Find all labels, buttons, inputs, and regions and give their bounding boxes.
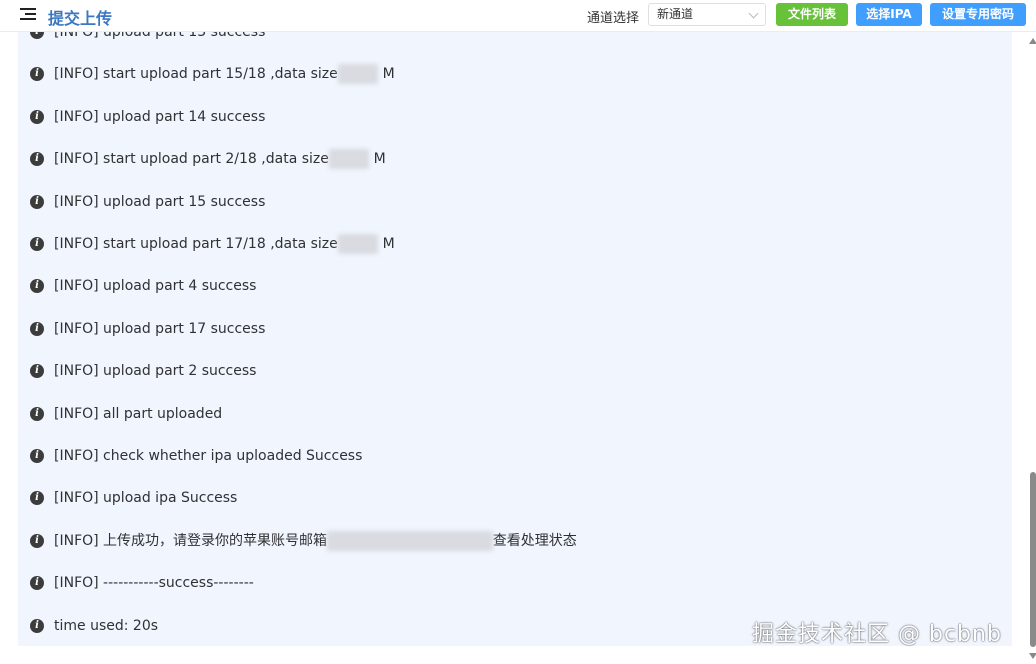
log-text: [INFO] -----------success-------- — [54, 573, 254, 593]
log-text-main: time used: 20s — [54, 618, 159, 634]
redacted-value: xxxxxxxxxxxxxxxxxxxx — [327, 531, 493, 551]
top-bar: 提交上传 通道选择 新通道 文件列表 选择IPA 设置专用密码 — [0, 0, 1036, 32]
chevron-down-icon — [748, 8, 759, 19]
log-text: [INFO] upload part 2 success — [54, 361, 256, 381]
info-icon: i — [30, 491, 44, 505]
info-icon: i — [30, 534, 44, 548]
info-icon: i — [30, 449, 44, 463]
scroll-down-icon[interactable] — [1029, 653, 1036, 659]
info-icon: i — [30, 322, 44, 336]
info-icon: i — [30, 110, 44, 124]
redacted-value: : 5.00 — [337, 64, 379, 84]
log-text-suffix: M — [378, 66, 395, 82]
menu-icon[interactable] — [20, 8, 36, 22]
log-text: [INFO] 上传成功，请登录你的苹果账号邮箱xxxxxxxxxxxxxxxxx… — [54, 531, 577, 551]
log-text-main: [INFO] upload part 4 success — [54, 278, 257, 294]
log-text-main: [INFO] -----------success-------- — [54, 575, 254, 591]
info-icon: i — [30, 576, 44, 590]
info-icon: i — [30, 67, 44, 81]
info-icon: i — [30, 407, 44, 421]
info-icon: i — [30, 279, 44, 293]
log-text: [INFO] all part uploaded — [54, 404, 222, 424]
log-text-suffix: 查看处理状态 — [492, 533, 577, 549]
log-text: time used: 20s — [54, 616, 158, 636]
redacted-value: : 5.00 — [337, 234, 379, 254]
scroll-up-icon[interactable] — [1029, 38, 1036, 44]
log-text-main: [INFO] upload part 14 success — [54, 109, 266, 125]
log-text-suffix: M — [378, 236, 395, 252]
log-text-main: [INFO] upload part 2 success — [54, 363, 257, 379]
log-text-main: [INFO] upload part 15 success — [54, 194, 266, 210]
log-text: [INFO] start upload part 15/18 ,data siz… — [54, 64, 395, 84]
log-text-main: [INFO] upload part 17 success — [54, 321, 266, 337]
info-icon: i — [30, 237, 44, 251]
scroll-thumb[interactable] — [1030, 472, 1036, 647]
select-ipa-button[interactable]: 选择IPA — [856, 3, 922, 26]
log-text: [INFO] upload part 4 success — [54, 276, 256, 296]
set-password-button[interactable]: 设置专用密码 — [930, 3, 1026, 26]
log-text-main: [INFO] upload ipa Success — [54, 490, 238, 506]
log-text: [INFO] upload part 15 success — [54, 192, 265, 212]
log-text-suffix: M — [369, 151, 386, 167]
redacted-value: : 5.00 — [328, 149, 370, 169]
log-text-main: [INFO] 上传成功，请登录你的苹果账号邮箱 — [54, 533, 328, 549]
channel-select[interactable]: 新通道 — [648, 3, 766, 26]
log-text: [INFO] start upload part 17/18 ,data siz… — [54, 234, 395, 254]
file-list-button[interactable]: 文件列表 — [776, 3, 848, 26]
log-text: [INFO] upload part 14 success — [54, 107, 265, 127]
log-text: [INFO] check whether ipa uploaded Succes… — [54, 446, 362, 466]
log-text: [INFO] start upload part 2/18 ,data size… — [54, 149, 386, 169]
info-icon: i — [30, 195, 44, 209]
log-text-main: [INFO] start upload part 15/18 ,data siz… — [54, 66, 338, 82]
log-text-main: [INFO] all part uploaded — [54, 406, 223, 422]
page-title: 提交上传 — [48, 9, 113, 28]
log-text-main: [INFO] check whether ipa uploaded Succes… — [54, 448, 363, 464]
log-panel: i[INFO] upload part 13 successi[INFO] st… — [18, 0, 1012, 646]
watermark: 掘金技术社区 @ bcbnb — [752, 622, 1002, 647]
info-icon: i — [30, 619, 44, 633]
info-icon: i — [30, 364, 44, 378]
channel-select-value: 新通道 — [657, 7, 694, 21]
channel-label: 通道选择 — [587, 11, 640, 26]
log-text-main: [INFO] start upload part 2/18 ,data size — [54, 151, 329, 167]
info-icon: i — [30, 152, 44, 166]
log-text: [INFO] upload ipa Success — [54, 488, 237, 508]
log-text-main: [INFO] start upload part 17/18 ,data siz… — [54, 236, 338, 252]
log-text: [INFO] upload part 17 success — [54, 319, 265, 339]
